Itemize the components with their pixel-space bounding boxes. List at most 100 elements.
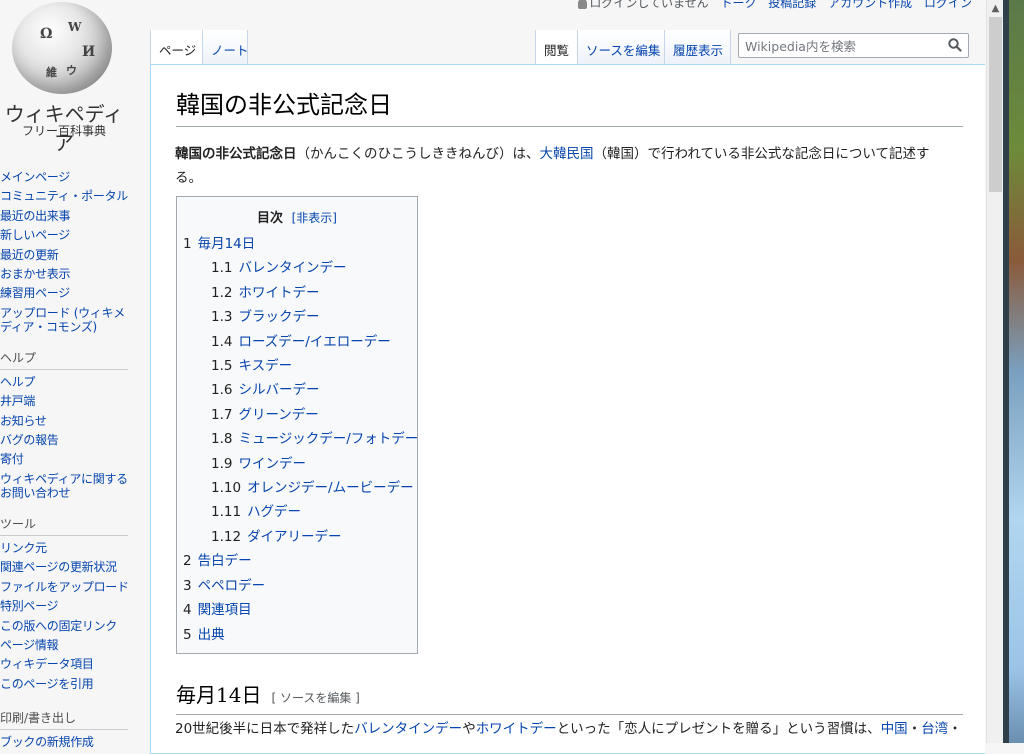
sidebar-item-random-page[interactable]: おまかせ表示 xyxy=(0,265,135,284)
sidebar-item-sandbox[interactable]: 練習用ページ xyxy=(0,284,135,303)
sidebar-item-recent-changes[interactable]: 最近の更新 xyxy=(0,246,135,265)
paragraph-text: 20世紀後半に日本で発祥した xyxy=(175,721,355,737)
window-border xyxy=(1003,0,1009,743)
toc-item-label[interactable]: 出典 xyxy=(198,627,225,643)
edit-section-link[interactable]: [ ソースを編集 ] xyxy=(271,691,359,705)
toc-item[interactable]: 1.4 ローズデー/イエローデー xyxy=(177,330,417,354)
table-of-contents: 目次 [非表示] 1 毎月14日 1.1 バレンタインデー 1.2 ホワイトデー 1.3 ブラ… xyxy=(176,196,418,654)
sidebar-item-new-pages[interactable]: 新しいページ xyxy=(0,226,135,245)
sidebar-item-upload-commons[interactable]: アップロード (ウィキメディア・コモンズ) xyxy=(0,306,135,334)
toc-item[interactable]: 1.5 キスデー xyxy=(177,354,417,378)
toc-toggle[interactable]: [非表示] xyxy=(292,211,337,225)
toc-item-label[interactable]: シルバーデー xyxy=(238,382,319,398)
toc-item-label[interactable]: 毎月14日 xyxy=(198,236,256,252)
toc-item[interactable]: 1.6 シルバーデー xyxy=(177,378,417,402)
toc-item[interactable]: 1.1 バレンタインデー xyxy=(177,256,417,280)
logo-glyph: 維 xyxy=(46,66,57,79)
toc-item-label[interactable]: ミュージックデー/フォトデー xyxy=(238,431,418,447)
toc-item[interactable]: 1.12 ダイアリーデー xyxy=(177,525,417,549)
wikipedia-logo[interactable]: Ω W И 維 ウ ウィキペディア フリー百科事典 xyxy=(0,0,150,155)
sidebar-item-current-events[interactable]: 最近の出来事 xyxy=(0,207,135,226)
toc-item-number: 5 xyxy=(183,626,192,643)
toc-list: 1 毎月14日 1.1 バレンタインデー 1.2 ホワイトデー 1.3 ブラックデー 1.4 ロー… xyxy=(177,232,418,647)
tab-edit-source[interactable]: ソースを編集 xyxy=(577,30,664,64)
sidebar-item-notices[interactable]: お知らせ xyxy=(0,412,135,431)
not-logged-in-text: ログインしていません xyxy=(589,0,709,10)
sidebar-item-page-info[interactable]: ページ情報 xyxy=(0,636,135,655)
toc-item-label[interactable]: 告白デー xyxy=(198,553,252,569)
toc-item[interactable]: 1.11 ハグデー xyxy=(177,500,417,524)
contributions-link[interactable]: 投稿記録 xyxy=(768,0,816,10)
link-white-day[interactable]: ホワイトデー xyxy=(476,721,557,737)
paragraph-text: ・ xyxy=(948,721,962,737)
login-link[interactable]: ログイン xyxy=(924,0,972,10)
toc-item-number: 1.2 xyxy=(211,284,233,301)
paragraph-text: や xyxy=(462,721,476,737)
toc-item-label[interactable]: ホワイトデー xyxy=(238,285,319,301)
tab-history[interactable]: 履歴表示 xyxy=(664,30,731,64)
toc-item[interactable]: 1.7 グリーンデー xyxy=(177,403,417,427)
sidebar-item-cite-page[interactable]: このページを引用 xyxy=(0,675,135,694)
toc-item[interactable]: 1.2 ホワイトデー xyxy=(177,281,417,305)
section-heading: 毎月14日 [ ソースを編集 ] xyxy=(176,679,963,715)
toc-item-number: 1.6 xyxy=(211,382,233,399)
toc-item-number: 1.4 xyxy=(211,333,233,350)
toc-item-label[interactable]: グリーンデー xyxy=(238,407,318,423)
toc-item-label[interactable]: 関連項目 xyxy=(198,602,252,618)
toc-item[interactable]: 1.3 ブラックデー xyxy=(177,305,417,329)
sidebar-item-upload-file[interactable]: ファイルをアップロード xyxy=(0,578,135,597)
toc-item[interactable]: 5 出典 xyxy=(177,623,417,647)
sidebar-item-donate[interactable]: 寄付 xyxy=(0,450,135,469)
sidebar-item-special-pages[interactable]: 特別ページ xyxy=(0,597,135,616)
page-title: 韓国の非公式記念日 xyxy=(176,85,963,127)
toc-item[interactable]: 2 告白デー xyxy=(177,549,417,573)
sidebar-item-community-portal[interactable]: コミュニティ・ポータル xyxy=(0,187,135,206)
sidebar: メインページ コミュニティ・ポータル 最近の出来事 新しいページ 最近の更新 お… xyxy=(0,168,135,753)
toc-item-number: 1.12 xyxy=(211,528,242,545)
tab-talk[interactable]: ノート xyxy=(202,30,249,64)
toc-item-number: 3 xyxy=(183,577,192,594)
link-valentines-day[interactable]: バレンタインデー xyxy=(354,721,462,737)
toc-item-label[interactable]: ローズデー/イエローデー xyxy=(238,334,390,350)
toc-item-label[interactable]: キスデー xyxy=(238,358,292,374)
search-icon[interactable] xyxy=(948,38,962,52)
sidebar-heading-help[interactable]: ヘルプ xyxy=(0,349,128,370)
logo-tagline: フリー百科事典 xyxy=(21,124,106,138)
tab-page[interactable]: ページ xyxy=(150,30,202,64)
sidebar-item-related-changes[interactable]: 関連ページの更新状況 xyxy=(0,558,135,577)
link-korea[interactable]: 大韓民国 xyxy=(540,146,594,162)
toc-item-label[interactable]: ワインデー xyxy=(238,456,306,472)
toc-item-label[interactable]: ダイアリーデー xyxy=(247,529,342,545)
toc-item[interactable]: 4 関連項目 xyxy=(177,598,417,622)
toc-item[interactable]: 1.9 ワインデー xyxy=(177,452,417,476)
toc-item[interactable]: 3 ペペロデー xyxy=(177,574,417,598)
link-taiwan[interactable]: 台湾 xyxy=(921,721,948,737)
create-account-link[interactable]: アカウント作成 xyxy=(828,0,912,10)
sidebar-item-what-links-here[interactable]: リンク元 xyxy=(0,539,135,558)
scrollbar-thumb[interactable] xyxy=(989,17,1002,192)
toc-item-number: 2 xyxy=(183,553,192,570)
toc-item-label[interactable]: オレンジデー/ムービーデー xyxy=(247,480,414,496)
talk-link[interactable]: トーク xyxy=(720,0,756,10)
sidebar-item-wikidata-item[interactable]: ウィキデータ項目 xyxy=(0,655,135,674)
vertical-scrollbar[interactable]: ▲ xyxy=(986,0,1004,743)
toc-item-label[interactable]: バレンタインデー xyxy=(238,260,346,276)
sidebar-item-main-page[interactable]: メインページ xyxy=(0,168,135,187)
toc-item-label[interactable]: ハグデー xyxy=(247,504,301,520)
sidebar-item-village-pump[interactable]: 井戸端 xyxy=(0,392,135,411)
toc-item[interactable]: 1.10 オレンジデー/ムービーデー xyxy=(177,476,417,500)
sidebar-item-help[interactable]: ヘルプ xyxy=(0,373,135,392)
toc-item[interactable]: 1 毎月14日 xyxy=(177,232,417,256)
toc-item-label[interactable]: ブラックデー xyxy=(238,309,319,325)
sidebar-item-bug-report[interactable]: バグの報告 xyxy=(0,431,135,450)
sidebar-item-permanent-link[interactable]: この版への固定リンク xyxy=(0,617,135,636)
toc-item-label[interactable]: ペペロデー xyxy=(198,578,266,594)
tab-read[interactable]: 閲覧 xyxy=(535,30,577,64)
search-input[interactable] xyxy=(743,38,947,55)
sidebar-heading-print[interactable]: 印刷/書き出し xyxy=(0,709,128,731)
toc-item[interactable]: 1.8 ミュージックデー/フォトデー xyxy=(177,427,418,451)
link-china[interactable]: 中国 xyxy=(881,721,908,737)
scroll-up-arrow-icon[interactable]: ▲ xyxy=(987,0,1004,17)
sidebar-heading-tools[interactable]: ツール xyxy=(0,515,128,536)
sidebar-item-contact[interactable]: ウィキペディアに関するお問い合わせ xyxy=(0,472,135,500)
